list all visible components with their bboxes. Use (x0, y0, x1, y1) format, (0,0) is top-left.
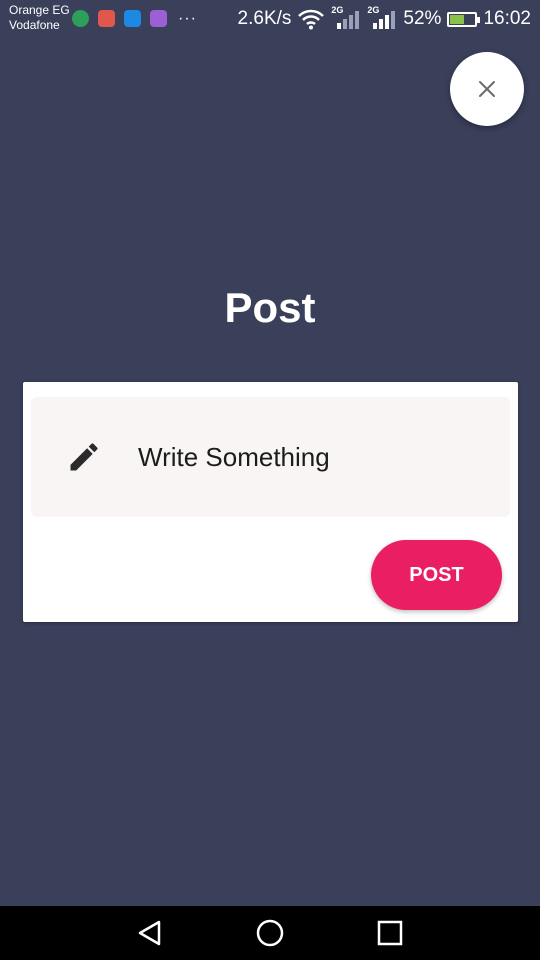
post-button[interactable]: POST (371, 540, 502, 610)
input-placeholder: Write Something (138, 442, 330, 472)
navigation-bar (0, 906, 540, 960)
mail-notification-icon (98, 10, 115, 27)
signal-strength-1-icon: 2G (331, 5, 361, 29)
carrier-2: Vodafone (9, 18, 60, 32)
network-speed: 2.6K/s (237, 8, 292, 29)
status-bar: Orange EG Vodafone ··· 2.6K/s 2G 2G 52% … (0, 0, 540, 38)
more-notifications-icon: ··· (178, 9, 197, 27)
recents-square-icon[interactable] (373, 916, 407, 950)
carrier-names: Orange EG Vodafone (9, 3, 70, 33)
post-text-input[interactable]: Write Something (31, 397, 510, 517)
battery-percent: 52% (403, 8, 442, 29)
wifi-icon (298, 9, 325, 30)
app-notification-icon (72, 10, 89, 27)
page-title: Post (224, 284, 316, 331)
battery-icon (447, 11, 481, 27)
gallery-notification-icon (150, 10, 167, 27)
signal-strength-2-icon: 2G (367, 5, 397, 29)
status-right: 2.6K/s 2G 2G 52% 16:02 (237, 5, 531, 30)
home-circle-icon[interactable] (253, 916, 287, 950)
back-triangle-icon[interactable] (133, 916, 167, 950)
notification-icons: ··· (72, 10, 197, 27)
usb-notification-icon (124, 10, 141, 27)
carrier-1: Orange EG (9, 3, 70, 17)
pencil-icon (70, 443, 98, 471)
clock: 16:02 (483, 8, 531, 29)
close-button[interactable] (450, 52, 524, 126)
close-icon (479, 81, 495, 97)
post-composer-card: Write Something POST (23, 382, 518, 622)
